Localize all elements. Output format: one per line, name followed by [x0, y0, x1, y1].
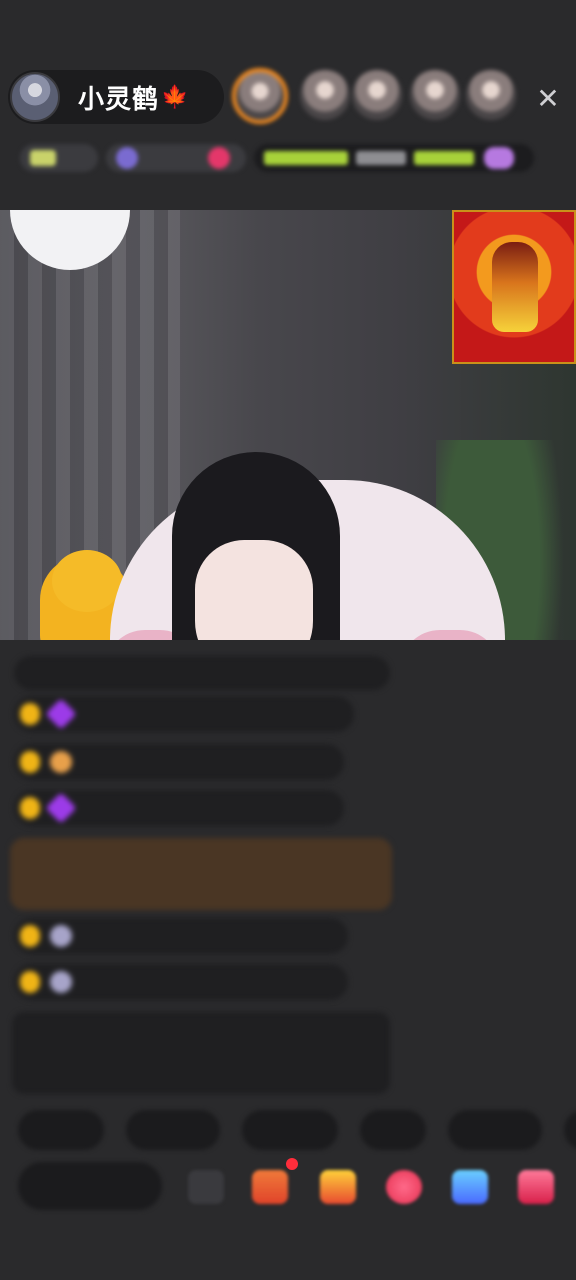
diamond-icon: [45, 792, 77, 824]
quick-reply-chip[interactable]: [448, 1110, 542, 1150]
heart-icon: [208, 147, 230, 169]
maple-leaf-icon: 🍁: [161, 84, 189, 110]
host-profile-pill[interactable]: 小灵鹤 🍁: [8, 70, 224, 124]
viewer-avatar[interactable]: [352, 70, 402, 120]
audience-tag[interactable]: [106, 144, 246, 172]
highlighted-chat-message[interactable]: [10, 838, 392, 910]
rank-tag[interactable]: [20, 144, 98, 172]
diamond-icon: [45, 698, 77, 730]
avatar: [116, 147, 138, 169]
quick-reply-chip[interactable]: [18, 1110, 104, 1150]
chat-message[interactable]: [14, 918, 348, 954]
top-viewer-avatar[interactable]: [232, 68, 288, 124]
chat-message[interactable]: [14, 964, 348, 1000]
fries-icon[interactable]: [320, 1170, 356, 1204]
quick-reply-chip[interactable]: [564, 1110, 576, 1150]
close-button[interactable]: ✕: [532, 81, 564, 115]
red-packet-icon[interactable]: [518, 1170, 554, 1204]
rank-badge-icon: [30, 150, 56, 166]
system-message: [14, 656, 390, 690]
keyboard-icon[interactable]: [188, 1170, 224, 1204]
chat-message[interactable]: [14, 696, 354, 732]
viewer-avatar[interactable]: [300, 70, 350, 120]
quick-reply-chip[interactable]: [242, 1110, 338, 1150]
lips-icon[interactable]: [386, 1170, 422, 1204]
emote-icon: [484, 147, 514, 169]
fortune-god-sticker[interactable]: [452, 210, 576, 364]
chat-input[interactable]: [18, 1162, 162, 1210]
host-name: 小灵鹤: [78, 84, 160, 115]
room-notice: [12, 1012, 390, 1094]
close-icon: ✕: [536, 81, 560, 115]
level-icon: [50, 925, 72, 947]
level-icon: [50, 971, 72, 993]
quick-reply-chip[interactable]: [126, 1110, 220, 1150]
level-icon: [50, 751, 72, 773]
gift-box-icon[interactable]: [252, 1170, 288, 1204]
chat-message[interactable]: [14, 744, 344, 780]
fan-badge: [20, 797, 40, 819]
fan-badge: [20, 751, 40, 773]
viewer-avatar[interactable]: [410, 70, 460, 120]
activity-banner[interactable]: [254, 144, 534, 172]
notification-dot: [286, 1158, 298, 1170]
fan-badge: [20, 971, 40, 993]
fan-badge: [20, 925, 40, 947]
host-avatar[interactable]: [10, 72, 60, 122]
gamepad-icon[interactable]: [452, 1170, 488, 1204]
viewer-avatar[interactable]: [466, 70, 516, 120]
rank-tag-row: [20, 142, 534, 174]
chat-message[interactable]: [14, 790, 344, 826]
fan-badge: [20, 703, 40, 725]
quick-reply-chip[interactable]: [360, 1110, 426, 1150]
